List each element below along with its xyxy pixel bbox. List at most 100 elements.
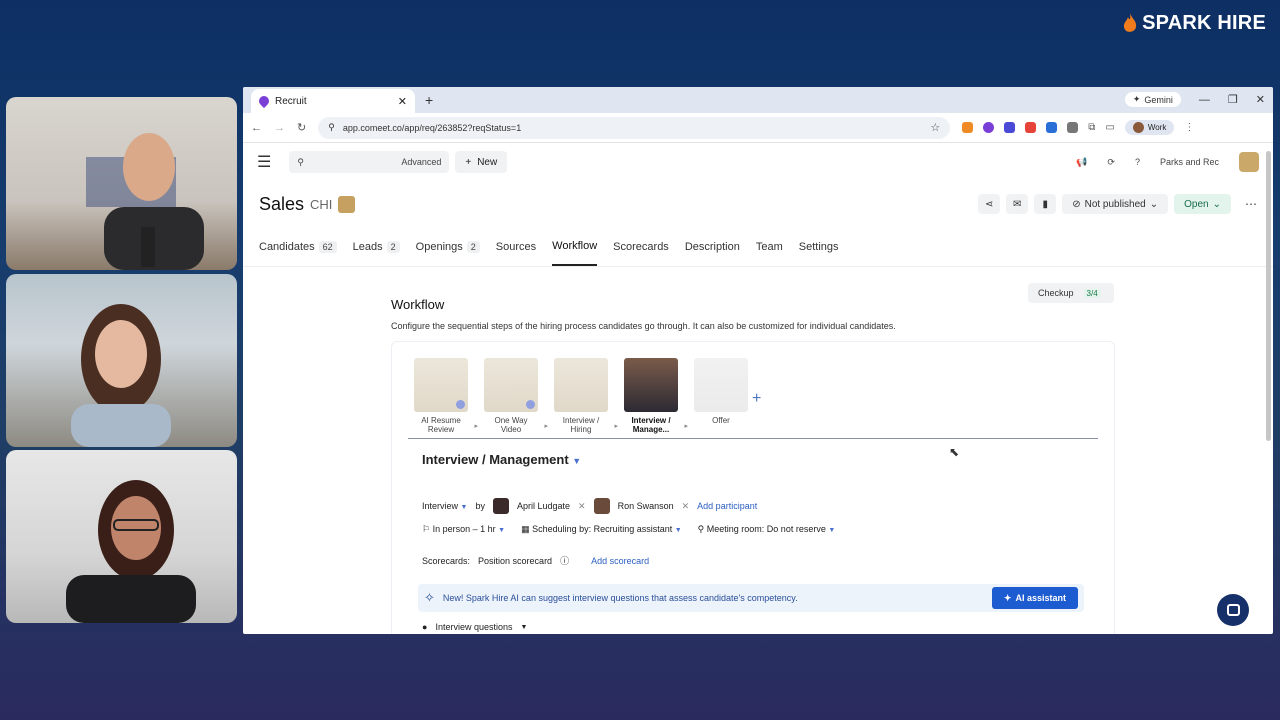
step-offer[interactable]: Offer [688,358,754,434]
new-button[interactable]: + New [455,151,508,173]
tab-openings[interactable]: Openings 2 [416,227,480,266]
step-interview-hiring[interactable]: Interview / Hiring ▸ [548,358,618,434]
add-participant-link[interactable]: Add participant [697,501,757,511]
forward-icon[interactable]: → [274,122,285,134]
tab-team[interactable]: Team [756,227,783,266]
block-icon: ⊘ [1072,198,1081,210]
close-tab-icon[interactable]: ✕ [398,95,407,108]
step-ai-resume-review[interactable]: AI Resume Review ▸ [408,358,478,434]
new-tab-icon[interactable]: + [425,92,433,108]
step-label: One Way Video [494,416,528,434]
tab-sources[interactable]: Sources [496,227,536,266]
ai-assistant-button[interactable]: ✦ AI assistant [991,587,1078,609]
new-label: New [477,156,498,168]
sync-icon[interactable]: ⟳ [1107,157,1115,168]
publish-status-dropdown[interactable]: ⊘ Not published ⌄ [1062,194,1169,214]
open-status-dropdown[interactable]: Open ⌄ [1174,194,1231,214]
gemini-button[interactable]: ✦ Gemini [1124,92,1181,107]
extension-icon[interactable] [1046,122,1058,133]
share-icon[interactable]: ⋖ [978,194,1001,214]
profile-button[interactable]: Work [1124,120,1175,135]
puzzle-icon[interactable]: ⧉ [1088,122,1095,133]
step-avatar [414,358,468,412]
spark-hire-logo: SPARK HIRE [1122,12,1266,35]
remove-participant-icon[interactable]: ✕ [578,501,586,512]
steps-divider [408,438,1098,439]
browser-tab[interactable]: Recruit ✕ [251,89,415,113]
site-info-icon[interactable]: ⚲ [328,122,335,133]
help-icon[interactable]: ? [1135,157,1140,167]
extension-icon[interactable] [983,122,995,133]
workflow-description: Configure the sequential steps of the hi… [391,321,896,331]
rocket-icon [456,400,465,409]
org-name[interactable]: Parks and Rec [1160,157,1219,167]
url-text: app.comeet.co/app/req/263852?reqStatus=1 [342,122,522,133]
advanced-search-link[interactable]: Advanced [401,157,441,167]
caret-down-icon: ▼ [460,504,468,511]
url-field[interactable]: ⚲ app.comeet.co/app/req/263852?reqStatus… [318,116,951,139]
bookmark-star-icon[interactable]: ☆ [930,121,940,134]
participant-avatar [492,498,509,514]
interview-questions-row[interactable]: ● Interview questions ▼ [422,622,527,632]
more-options-icon[interactable]: ⋯ [1245,197,1257,211]
interview-type-dropdown[interactable]: Interview ▼ [422,501,467,511]
search-input[interactable]: ⚲ Advanced [289,151,450,173]
extension-icon[interactable] [1004,122,1016,133]
extension-icon[interactable] [1067,122,1079,133]
back-icon[interactable]: ← [251,122,262,134]
step-interview-management[interactable]: Interview / Manage... ▸ [618,358,688,434]
checkup-button[interactable]: Checkup 3/4 [1028,283,1114,303]
info-icon[interactable]: ⓘ [560,554,569,567]
restore-icon[interactable]: ❐ [1228,93,1238,106]
chat-icon [1226,604,1240,616]
calendar-icon: ▦ [521,524,530,534]
remove-participant-icon[interactable]: ✕ [682,501,690,512]
ai-button-label: AI assistant [1015,593,1066,603]
scheduling-dropdown[interactable]: ▦ Scheduling by: Recruiting assistant ▼ [521,524,682,535]
search-icon: ⚲ [297,156,304,167]
extension-icon[interactable] [1025,122,1037,133]
tab-label: Workflow [552,239,598,252]
chat-launcher-button[interactable] [1217,594,1249,626]
scorecard-name[interactable]: Position scorecard [478,556,552,566]
tab-label: Description [684,240,740,253]
req-location: CHI [310,196,333,212]
minimize-icon[interactable]: — [1199,94,1210,106]
step-avatar [484,358,538,412]
megaphone-icon[interactable]: 📢 [1076,157,1087,168]
step-one-way-video[interactable]: One Way Video ▸ [478,358,548,434]
profile-avatar [1132,122,1144,133]
kebab-menu-icon[interactable]: ⋮ [1184,122,1194,133]
sparkle-icon: ✦ [1003,592,1012,603]
tab-settings[interactable]: Settings [799,227,839,266]
mouse-cursor-icon: ⬉ [949,445,960,459]
address-bar-row: ← → ↻ ⚲ app.comeet.co/app/req/263852?req… [243,113,1273,143]
chat-bubble-icon: ● [422,622,428,632]
meeting-room-dropdown[interactable]: ⚲ Meeting room: Do not reserve ▼ [698,524,836,535]
location-pin-icon: ⚲ [697,524,705,534]
cast-icon[interactable]: ▭ [1105,122,1114,133]
stage-title-dropdown[interactable]: Interview / Management ▼ [422,452,581,467]
owner-avatar[interactable] [338,195,356,213]
org-avatar[interactable] [1239,152,1259,172]
step-avatar [624,358,678,412]
step-avatar [694,358,748,412]
tab-description[interactable]: Description [685,227,740,266]
tab-count: 2 [466,240,480,253]
close-window-icon[interactable]: ✕ [1256,93,1265,106]
reload-icon[interactable]: ↻ [297,121,306,134]
hamburger-menu-icon[interactable]: ☰ [257,152,271,172]
scrollbar[interactable] [1266,151,1271,441]
tab-leads[interactable]: Leads 2 [353,227,400,266]
in-person-dropdown[interactable]: ⚐ In person – 1 hr ▼ [422,524,505,535]
stats-icon[interactable]: ▮ [1034,194,1057,214]
tab-scorecards[interactable]: Scorecards [613,227,669,266]
sparkle-icon: ✧ [424,590,435,605]
add-step-icon[interactable]: + [752,390,761,408]
add-scorecard-link[interactable]: Add scorecard [591,556,649,566]
checkup-label: Checkup [1038,288,1074,298]
mail-icon[interactable]: ✉ [1006,194,1029,214]
tab-workflow[interactable]: Workflow [552,227,598,266]
extension-icon[interactable] [962,122,974,133]
tab-candidates[interactable]: Candidates 62 [259,227,337,266]
